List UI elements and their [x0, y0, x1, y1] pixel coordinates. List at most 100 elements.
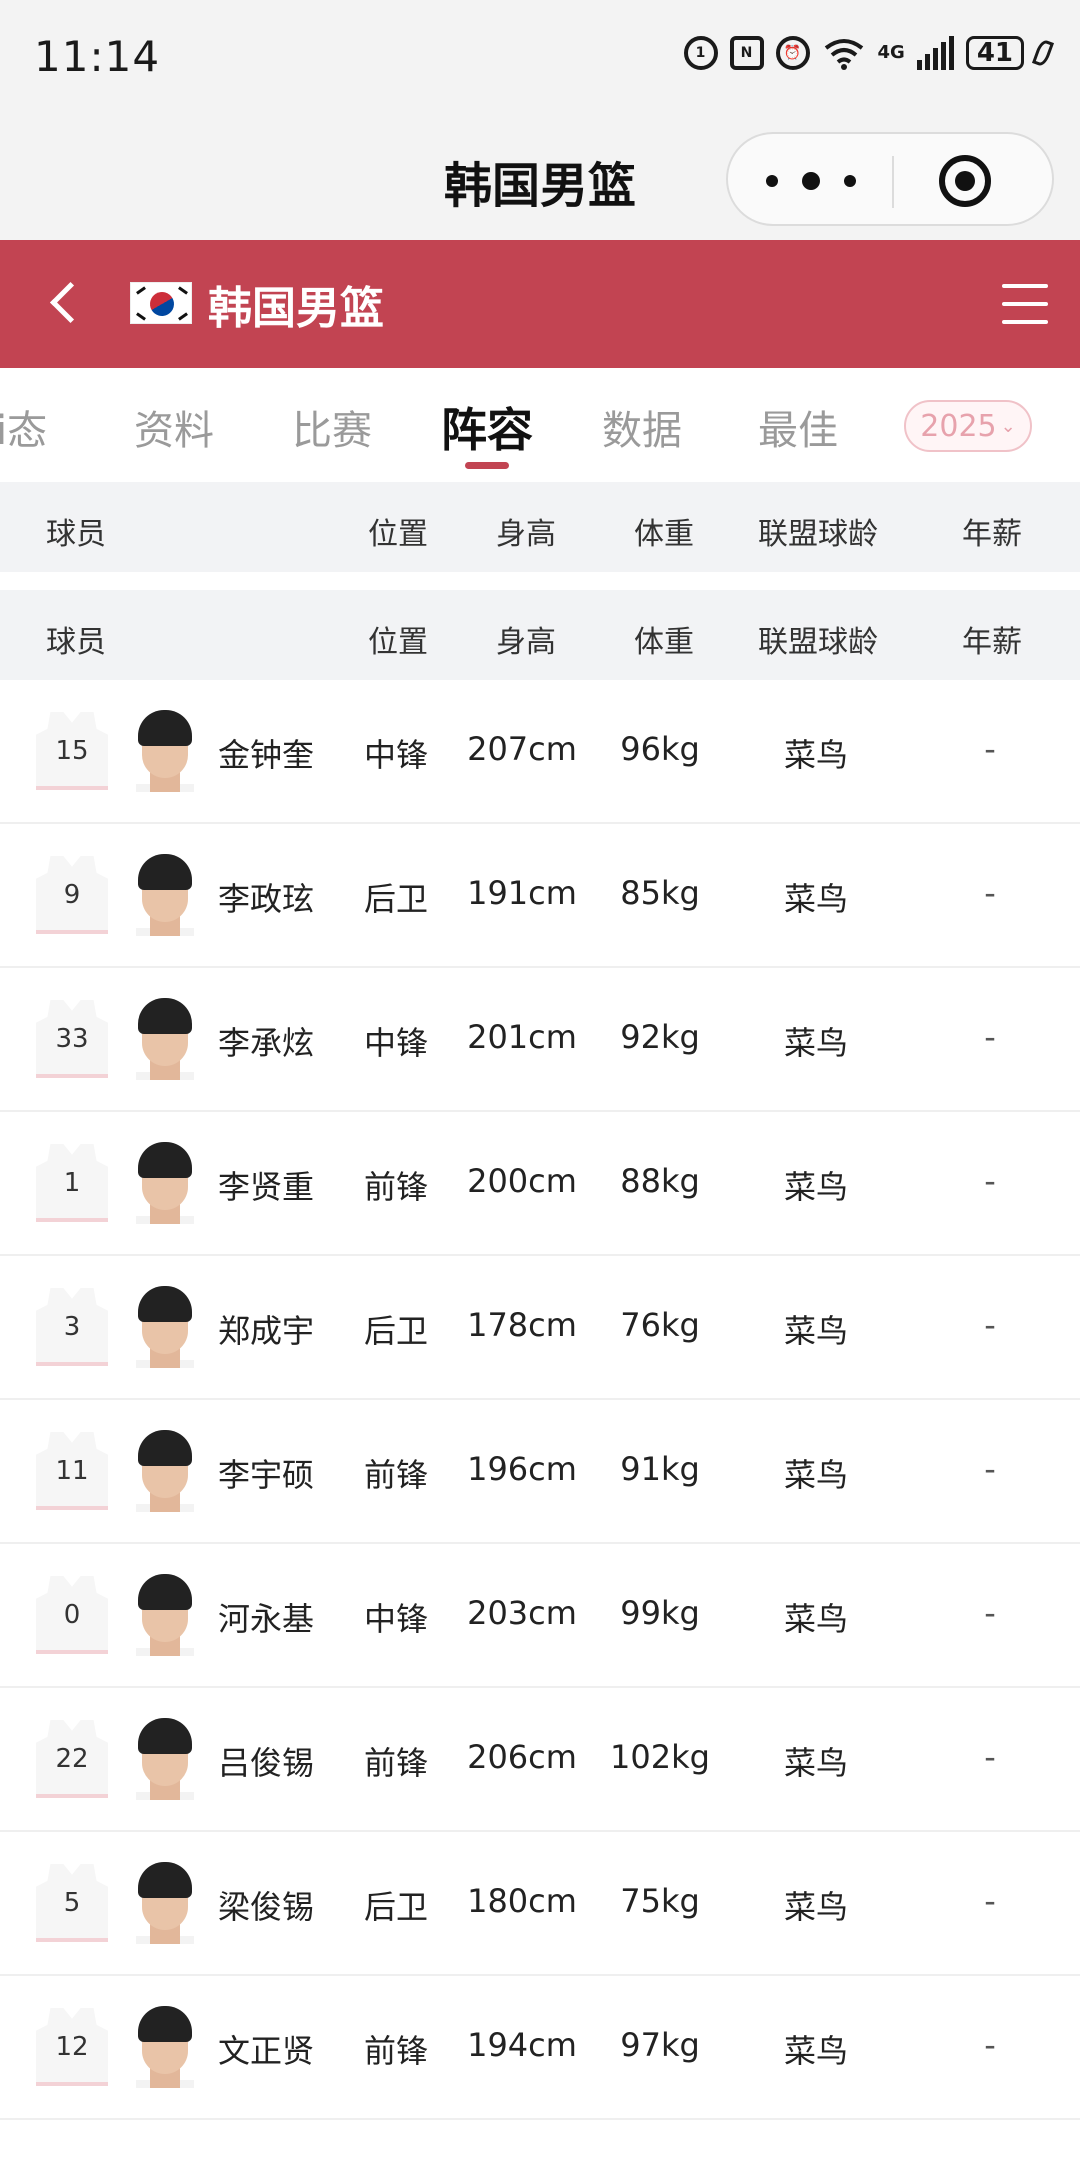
avatar	[136, 854, 194, 936]
active-tab-indicator	[465, 462, 509, 469]
player-name[interactable]: 梁俊锡	[218, 1882, 314, 1928]
player-position: 后卫	[363, 1888, 428, 1926]
player-height: 200cm	[467, 1162, 577, 1200]
player-height: 191cm	[467, 874, 577, 912]
player-height: 203cm	[467, 1594, 577, 1632]
table-row[interactable]: 11 李宇硕 前锋 196cm 91kg 菜鸟 -	[0, 1400, 1080, 1544]
player-salary: -	[984, 730, 996, 768]
jersey-number: 11	[55, 1456, 89, 1486]
header-experience: 联盟球龄	[758, 517, 878, 552]
header-player: 球员	[46, 517, 106, 552]
jersey-icon: 0	[36, 1576, 108, 1656]
player-name[interactable]: 李政玹	[218, 874, 314, 920]
player-name[interactable]: 文正贤	[218, 2026, 314, 2072]
player-height: 201cm	[467, 1018, 577, 1056]
jersey-icon: 22	[36, 1720, 108, 1800]
player-name[interactable]: 河永基	[218, 1594, 314, 1640]
jersey-number: 22	[55, 1744, 89, 1774]
status-time: 11:14	[34, 32, 161, 81]
avatar	[136, 1718, 194, 1800]
avatar	[136, 998, 194, 1080]
player-position: 后卫	[363, 880, 428, 918]
jersey-icon: 5	[36, 1864, 108, 1944]
table-row[interactable]: 9 李政玹 后卫 191cm 85kg 菜鸟 -	[0, 824, 1080, 968]
player-position: 后卫	[363, 1312, 428, 1350]
back-icon[interactable]	[40, 270, 90, 334]
signal-icon	[916, 36, 954, 70]
header-salary: 年薪	[962, 517, 1022, 552]
player-experience: 菜鸟	[783, 1312, 848, 1350]
table-row[interactable]: 22 吕俊锡 前锋 206cm 102kg 菜鸟 -	[0, 1688, 1080, 1832]
leaf-icon	[1031, 38, 1055, 68]
mini-program-bar: 韩国男篮	[0, 118, 1080, 240]
status-icons: 1 N ⏰ 4G 41	[683, 36, 1055, 70]
player-height: 180cm	[467, 1882, 577, 1920]
header-salary: 年薪	[962, 625, 1022, 660]
player-experience: 菜鸟	[783, 736, 848, 774]
tab-matches[interactable]: 比赛	[292, 398, 372, 456]
table-row[interactable]: 1 李贤重 前锋 200cm 88kg 菜鸟 -	[0, 1112, 1080, 1256]
player-height: 196cm	[467, 1450, 577, 1488]
player-position: 前锋	[363, 1168, 428, 1206]
player-experience: 菜鸟	[783, 1456, 848, 1494]
header-weight: 体重	[634, 625, 694, 660]
table-row[interactable]: 0 河永基 中锋 203cm 99kg 菜鸟 -	[0, 1544, 1080, 1688]
year-selector[interactable]: 2025 ⌄	[904, 400, 1032, 452]
table-row[interactable]: 12 文正贤 前锋 194cm 97kg 菜鸟 -	[0, 1976, 1080, 2120]
tab-best[interactable]: 最佳	[758, 398, 838, 456]
player-weight: 99kg	[620, 1594, 700, 1632]
header-position: 位置	[368, 517, 428, 552]
team-name: 韩国男篮	[208, 283, 384, 334]
player-salary: -	[984, 1738, 996, 1776]
south-korea-flag-icon	[130, 282, 192, 324]
avatar	[136, 2006, 194, 2088]
network-label: 4G	[877, 42, 905, 63]
player-position: 中锋	[363, 1600, 428, 1638]
player-name[interactable]: 吕俊锡	[218, 1738, 314, 1784]
jersey-number: 0	[63, 1600, 81, 1630]
player-height: 206cm	[467, 1738, 577, 1776]
player-name[interactable]: 郑成宇	[218, 1306, 314, 1352]
wifi-icon	[824, 39, 863, 70]
tab-profile[interactable]: 资料	[134, 398, 214, 456]
player-salary: -	[984, 1018, 996, 1056]
table-row[interactable]: 5 梁俊锡 后卫 180cm 75kg 菜鸟 -	[0, 1832, 1080, 1976]
player-experience: 菜鸟	[783, 1024, 848, 1062]
jersey-icon: 12	[36, 2008, 108, 2088]
table-row[interactable]: 15 金钟奎 中锋 207cm 96kg 菜鸟 -	[0, 680, 1080, 824]
player-name[interactable]: 李贤重	[218, 1162, 314, 1208]
battery-level: 41	[976, 38, 1013, 68]
player-name[interactable]: 李承炫	[218, 1018, 314, 1064]
jersey-icon: 1	[36, 1144, 108, 1224]
player-name[interactable]: 李宇硕	[218, 1450, 314, 1496]
menu-icon[interactable]	[1002, 284, 1048, 324]
tab-roster[interactable]: 阵容	[441, 394, 533, 460]
player-weight: 76kg	[620, 1306, 700, 1344]
alarm-icon: ⏰	[775, 36, 810, 70]
player-salary: -	[984, 1306, 996, 1344]
chevron-down-icon: ⌄	[1000, 415, 1016, 437]
roster-table: 15 金钟奎 中锋 207cm 96kg 菜鸟 -9 李政玹 后卫 191cm 85kg 菜鸟 -33 李…	[0, 680, 1080, 2120]
player-position: 前锋	[363, 1744, 428, 1782]
jersey-number: 3	[63, 1312, 81, 1342]
tab-dynamics[interactable]: i态	[0, 398, 47, 456]
jersey-number: 5	[63, 1888, 81, 1918]
player-salary: -	[984, 874, 996, 912]
more-icon[interactable]	[766, 164, 856, 198]
jersey-number: 9	[63, 880, 81, 910]
avatar	[136, 1142, 194, 1224]
sim-icon: 1	[683, 36, 718, 70]
player-weight: 88kg	[620, 1162, 700, 1200]
player-position: 前锋	[363, 2032, 428, 2070]
player-salary: -	[984, 1450, 996, 1488]
header-weight: 体重	[634, 517, 694, 552]
player-name[interactable]: 金钟奎	[218, 730, 314, 776]
table-row[interactable]: 3 郑成宇 后卫 178cm 76kg 菜鸟 -	[0, 1256, 1080, 1400]
nfc-icon: N	[729, 36, 764, 70]
close-target-icon[interactable]	[939, 155, 991, 207]
tab-stats[interactable]: 数据	[602, 398, 682, 456]
table-row[interactable]: 33 李承炫 中锋 201cm 92kg 菜鸟 -	[0, 968, 1080, 1112]
jersey-number: 33	[55, 1024, 89, 1054]
jersey-number: 12	[55, 2032, 89, 2062]
battery-icon: 41	[965, 36, 1024, 70]
